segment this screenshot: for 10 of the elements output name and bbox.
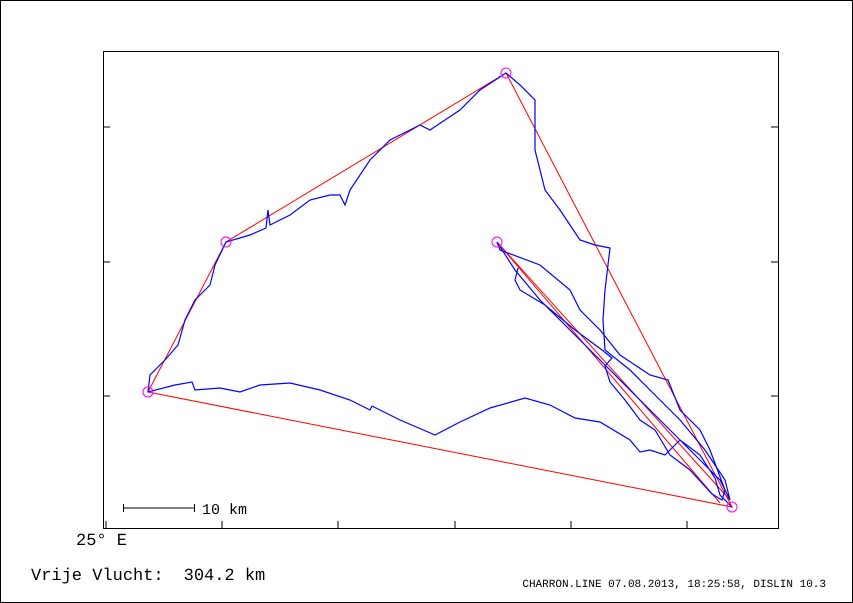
turnpoint-marker [220, 236, 232, 248]
turnpoint-marker [726, 502, 738, 512]
turnpoint-marker [142, 386, 154, 398]
turnpoint-marker [492, 236, 502, 248]
distance-value: 304.2 km [184, 567, 266, 586]
distance-label: Vrije Vlucht: [31, 567, 164, 586]
scale-label: 10 km [202, 502, 248, 519]
turnpoint-marker [500, 68, 512, 78]
footer-text: CHARRON.LINE 07.08.2013, 18:25:58, DISLIN 10.3 [522, 579, 826, 591]
longitude-label: 25° E [76, 532, 128, 551]
